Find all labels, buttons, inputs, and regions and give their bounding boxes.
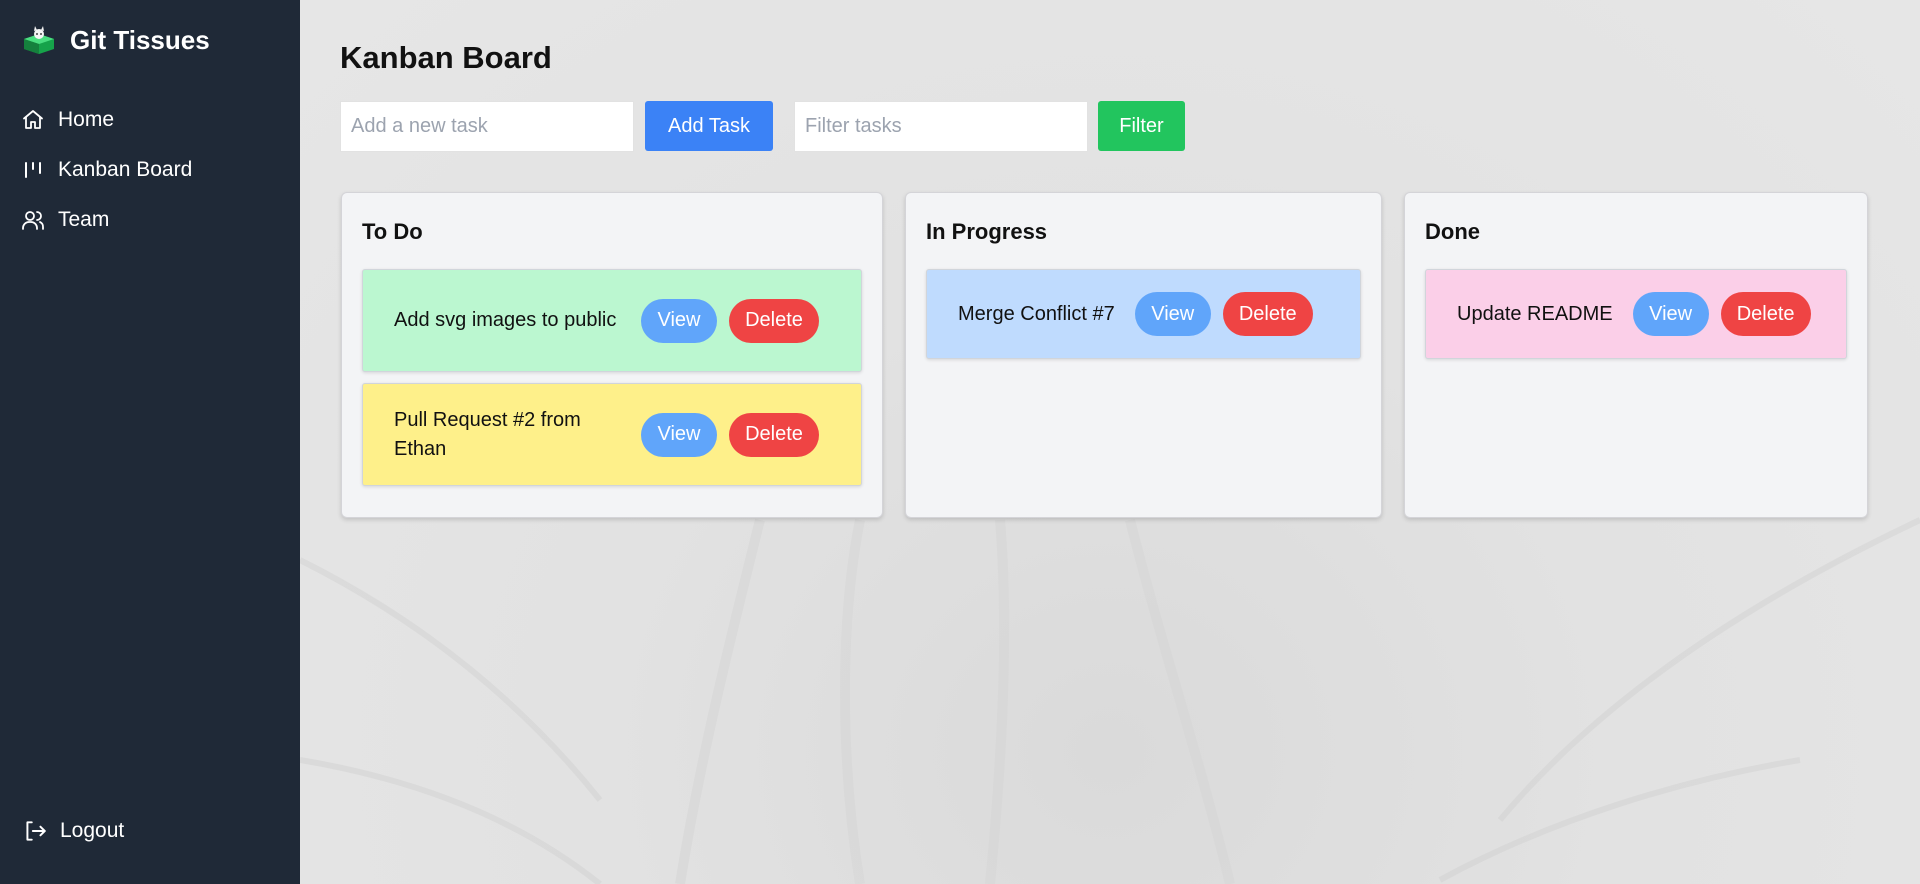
- view-button[interactable]: View: [641, 298, 717, 343]
- delete-button[interactable]: Delete: [729, 298, 819, 343]
- home-icon: [20, 107, 46, 133]
- view-button[interactable]: View: [1134, 292, 1211, 336]
- filter-button[interactable]: Filter: [1098, 101, 1185, 151]
- card-actions: View Delete: [641, 412, 819, 457]
- delete-button[interactable]: Delete: [1222, 292, 1313, 336]
- column-title: To Do: [362, 219, 423, 244]
- sidebar-item-label: Kanban Board: [58, 158, 193, 181]
- logout-label: Logout: [60, 819, 125, 842]
- users-icon: [20, 207, 46, 233]
- card-actions: View Delete: [641, 298, 819, 343]
- column-done: Done Update README View Delete: [1404, 192, 1868, 518]
- column-to-do: To Do Add svg images to public View Dele…: [341, 192, 883, 518]
- column-in-progress: In Progress Merge Conflict #7 View Delet…: [905, 192, 1382, 518]
- sidebar-item-label: Home: [58, 108, 115, 131]
- main-content: Kanban Board Add Task Filter To Do Add s…: [300, 0, 1920, 884]
- cat-box-logo-icon: [22, 25, 56, 55]
- sidebar-item-home[interactable]: Home: [0, 95, 300, 145]
- card-actions: View Delete: [1134, 292, 1313, 336]
- task-text: Add svg images to public: [394, 309, 617, 331]
- delete-button[interactable]: Delete: [729, 412, 819, 457]
- toolbar: Add Task Filter: [340, 101, 1185, 152]
- filter-input[interactable]: [794, 101, 1088, 152]
- sidebar: Git Tissues Home Kanban Board Team Logou…: [0, 0, 300, 884]
- task-card[interactable]: Merge Conflict #7 View Delete: [926, 269, 1361, 359]
- task-card[interactable]: Add svg images to public View Delete: [362, 269, 862, 372]
- column-title: Done: [1425, 219, 1480, 244]
- page-title: Kanban Board: [340, 40, 552, 75]
- sidebar-nav: Home Kanban Board Team: [0, 95, 300, 245]
- sidebar-item-label: Team: [58, 208, 110, 231]
- card-actions: View Delete: [1632, 292, 1811, 336]
- new-task-input[interactable]: [340, 101, 634, 152]
- logout-button[interactable]: Logout: [22, 818, 124, 844]
- task-card[interactable]: Pull Request #2 from Ethan View Delete: [362, 383, 862, 486]
- task-text: Merge Conflict #7: [958, 302, 1115, 325]
- app-name: Git Tissues: [70, 24, 210, 55]
- task-text: Pull Request #2 from Ethan: [394, 408, 581, 460]
- task-card[interactable]: Update README View Delete: [1425, 269, 1847, 359]
- column-title: In Progress: [926, 219, 1048, 244]
- kanban-icon: [20, 157, 46, 183]
- add-task-button[interactable]: Add Task: [645, 101, 773, 151]
- task-text: Update README: [1457, 302, 1613, 325]
- sidebar-item-kanban-board[interactable]: Kanban Board: [0, 145, 300, 195]
- brand[interactable]: Git Tissues: [22, 22, 210, 58]
- sidebar-item-team[interactable]: Team: [0, 195, 300, 245]
- view-button[interactable]: View: [641, 412, 717, 457]
- delete-button[interactable]: Delete: [1720, 292, 1811, 336]
- logout-icon: [26, 821, 46, 841]
- view-button[interactable]: View: [1632, 292, 1709, 336]
